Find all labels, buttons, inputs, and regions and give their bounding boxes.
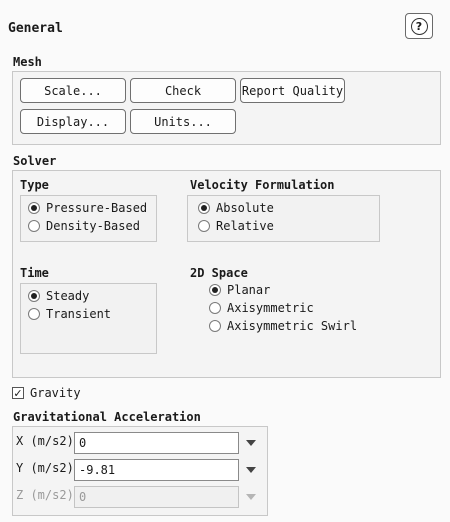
type-label: Type: [20, 178, 49, 192]
radio-absolute[interactable]: Absolute: [198, 199, 274, 217]
check-button[interactable]: Check: [130, 78, 236, 103]
x-acceleration-input[interactable]: 0: [74, 432, 239, 454]
gravity-checkbox[interactable]: ✓ Gravity: [12, 386, 81, 400]
radio-label: Planar: [227, 283, 271, 297]
radio-label: Axisymmetric: [227, 301, 314, 315]
velocity-formulation-label: Velocity Formulation: [190, 178, 335, 192]
y-acceleration-input[interactable]: -9.81: [74, 459, 239, 481]
radio-selected-icon: [28, 202, 40, 214]
help-icon: ?: [410, 17, 428, 35]
radio-unselected-icon: [198, 220, 210, 232]
scale-button[interactable]: Scale...: [20, 78, 126, 103]
radio-unselected-icon: [209, 320, 221, 332]
x-acceleration-label: X (m/s2): [16, 434, 74, 448]
radio-axisymmetric-swirl[interactable]: Axisymmetric Swirl: [209, 317, 357, 335]
radio-label: Steady: [46, 289, 90, 303]
radio-label: Absolute: [216, 201, 274, 215]
radio-unselected-icon: [28, 220, 40, 232]
z-dropdown-arrow-icon: [246, 494, 256, 500]
radio-density-based[interactable]: Density-Based: [28, 217, 140, 235]
radio-label: Axisymmetric Swirl: [227, 319, 358, 333]
gravity-label: Gravity: [30, 386, 81, 400]
radio-selected-icon: [28, 290, 40, 302]
time-label: Time: [20, 266, 49, 280]
radio-transient[interactable]: Transient: [28, 305, 111, 323]
display-button[interactable]: Display...: [20, 109, 126, 134]
mesh-section-label: Mesh: [13, 55, 42, 69]
radio-relative[interactable]: Relative: [198, 217, 274, 235]
gravitational-acceleration-label: Gravitational Acceleration: [13, 410, 201, 424]
z-acceleration-input: 0: [74, 486, 239, 508]
radio-label: Relative: [216, 219, 274, 233]
radio-axisymmetric[interactable]: Axisymmetric: [209, 299, 314, 317]
z-acceleration-label: Z (m/s2): [16, 488, 74, 502]
page-title: General: [8, 21, 63, 36]
radio-planar[interactable]: Planar: [209, 281, 270, 299]
radio-pressure-based[interactable]: Pressure-Based: [28, 199, 147, 217]
radio-selected-icon: [209, 284, 221, 296]
radio-selected-icon: [198, 202, 210, 214]
help-button[interactable]: ?: [405, 13, 433, 39]
2d-space-label: 2D Space: [190, 266, 248, 280]
units-button[interactable]: Units...: [130, 109, 236, 134]
radio-label: Density-Based: [46, 219, 140, 233]
radio-steady[interactable]: Steady: [28, 287, 89, 305]
checkmark-icon: ✓: [12, 386, 24, 400]
x-dropdown-arrow-icon[interactable]: [246, 440, 256, 446]
solver-section-label: Solver: [13, 154, 57, 168]
y-acceleration-label: Y (m/s2): [16, 461, 74, 475]
y-dropdown-arrow-icon[interactable]: [246, 467, 256, 473]
report-quality-button[interactable]: Report Quality: [240, 78, 345, 103]
radio-label: Pressure-Based: [46, 201, 148, 215]
radio-label: Transient: [46, 307, 112, 321]
radio-unselected-icon: [28, 308, 40, 320]
radio-unselected-icon: [209, 302, 221, 314]
